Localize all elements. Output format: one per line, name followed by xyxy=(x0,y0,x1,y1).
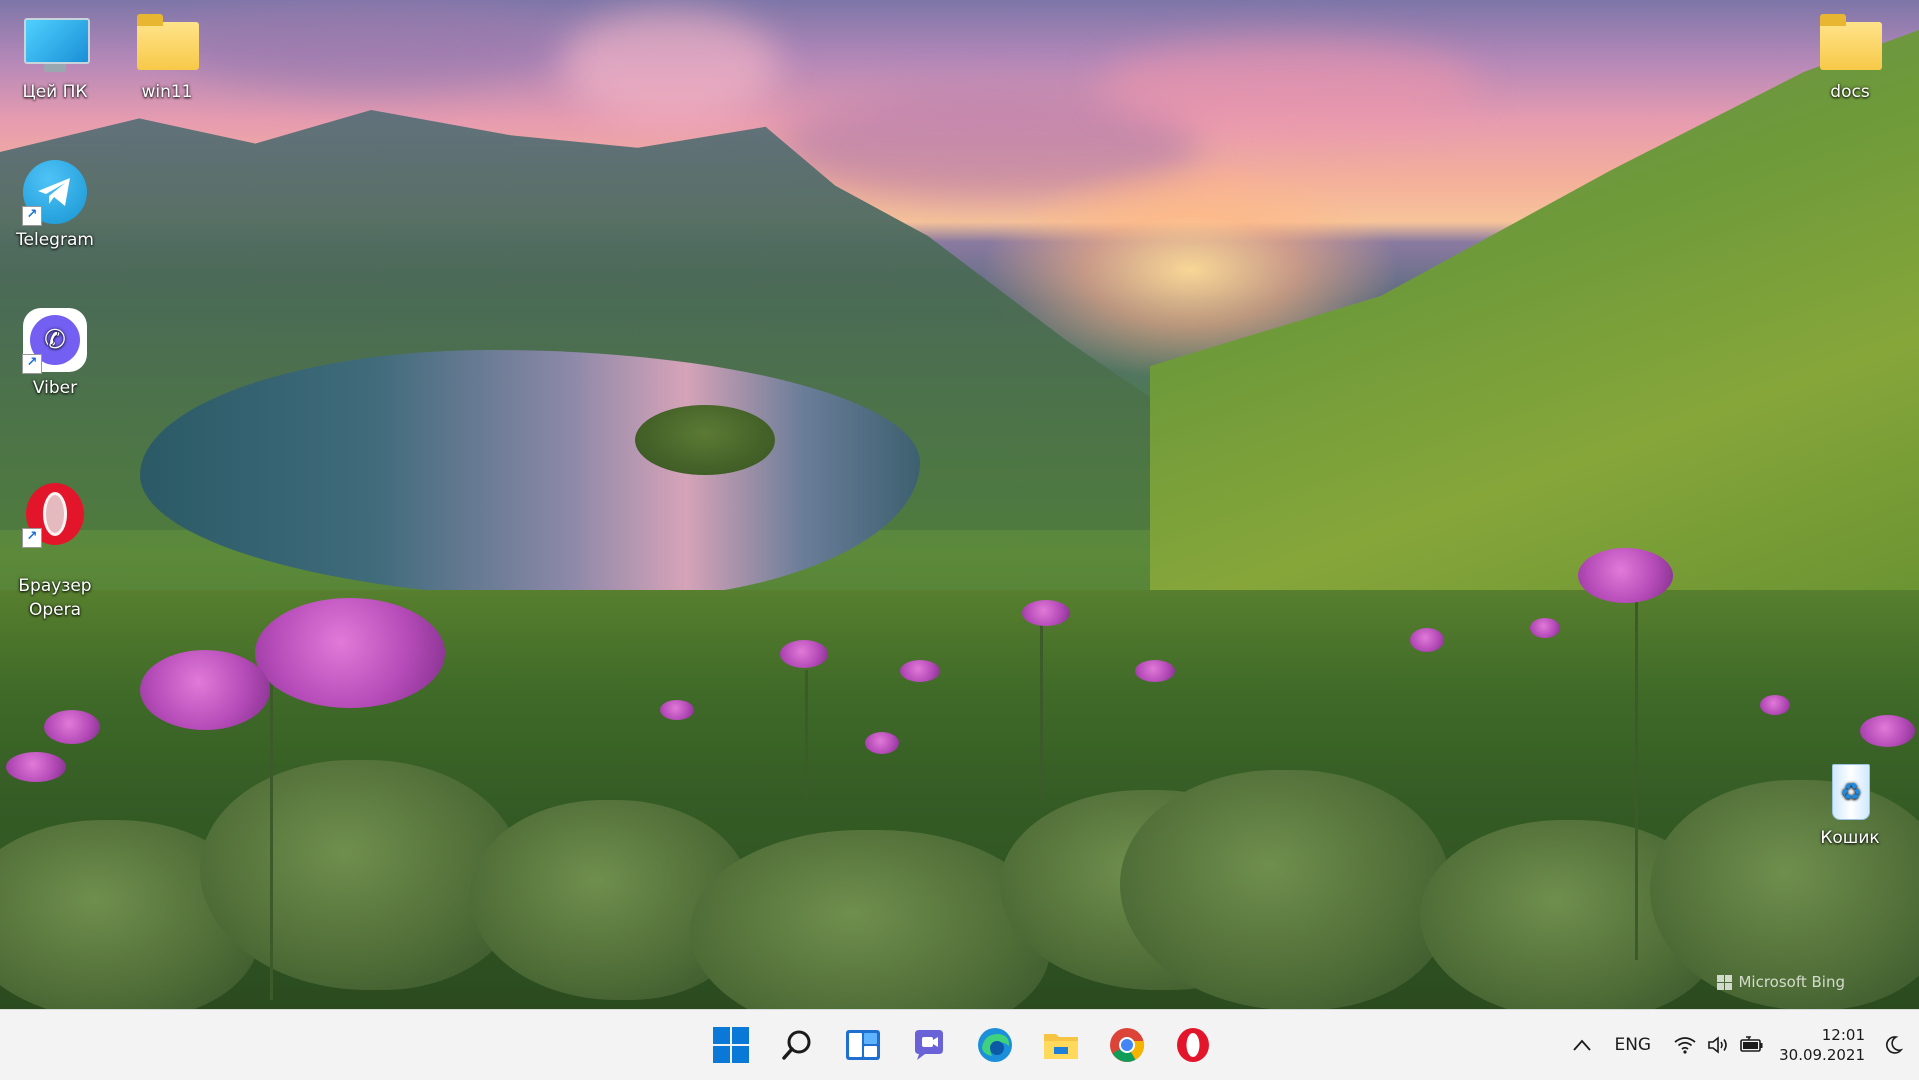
show-hidden-icons-button[interactable] xyxy=(1564,1022,1600,1068)
desktop-icon-label: Цей ПК xyxy=(22,82,88,102)
flower xyxy=(1760,695,1790,715)
flower xyxy=(44,710,100,744)
desktop-icon-label: Telegram xyxy=(16,230,94,250)
windows-start-icon xyxy=(713,1027,749,1063)
desktop-wallpaper: Цей ПК win11 ↗ Telegram ✆ ↗ Viber ↗ Брау… xyxy=(0,0,1919,1009)
computer-icon xyxy=(22,12,90,78)
flower xyxy=(1578,548,1673,603)
widgets-icon xyxy=(846,1030,880,1060)
desktop-icon-label: Viber xyxy=(32,378,78,398)
taskbar-chat-button[interactable] xyxy=(906,1022,952,1068)
desktop-icon-telegram[interactable]: ↗ Telegram xyxy=(7,160,103,252)
flower xyxy=(6,752,66,782)
taskbar: ENG 12:01 30.09.2021 xyxy=(0,1009,1919,1080)
teams-chat-icon xyxy=(915,1030,943,1060)
edge-icon xyxy=(978,1028,1012,1062)
folder-icon xyxy=(1817,12,1883,78)
flower-stem xyxy=(1040,620,1043,800)
system-tray: ENG 12:01 30.09.2021 xyxy=(1564,1010,1919,1080)
desktop-icon-viber[interactable]: ✆ ↗ Viber xyxy=(7,308,103,400)
taskbar-search-button[interactable] xyxy=(774,1022,820,1068)
focus-assist-button[interactable] xyxy=(1879,1022,1919,1068)
shortcut-arrow-icon: ↗ xyxy=(22,206,42,226)
flower xyxy=(255,598,445,708)
flower xyxy=(900,660,940,682)
flower xyxy=(660,700,694,720)
desktop-icon-recycle-bin[interactable]: ♻ Кошик xyxy=(1802,758,1898,850)
opera-icon xyxy=(1177,1028,1209,1062)
flower xyxy=(1860,715,1915,747)
desktop-icon-label: docs xyxy=(1830,82,1870,102)
watermark-text: Microsoft Bing xyxy=(1738,973,1845,991)
leaf xyxy=(690,830,1050,1009)
flower-stem xyxy=(1635,580,1638,960)
desktop-icon-opera[interactable]: ↗ Браузер Opera xyxy=(7,458,103,646)
moon-icon xyxy=(1886,1036,1903,1054)
microsoft-logo-icon xyxy=(1717,974,1733,990)
cloud xyxy=(180,0,560,90)
cloud xyxy=(1100,40,1480,130)
taskbar-edge-button[interactable] xyxy=(972,1022,1018,1068)
clock[interactable]: 12:01 30.09.2021 xyxy=(1773,1025,1879,1065)
opera-icon: ↗ xyxy=(22,482,88,548)
wifi-icon xyxy=(1674,1037,1696,1054)
flower xyxy=(1022,600,1070,626)
flower xyxy=(780,640,828,668)
desktop-icon-label: Браузер Opera xyxy=(18,576,92,620)
desktop-icon-docs[interactable]: docs xyxy=(1802,12,1898,104)
chevron-up-icon xyxy=(1573,1039,1592,1051)
taskbar-start-button[interactable] xyxy=(708,1022,754,1068)
shortcut-arrow-icon: ↗ xyxy=(22,354,42,374)
folder-icon xyxy=(134,12,200,78)
search-icon xyxy=(782,1030,811,1060)
taskbar-chrome-button[interactable] xyxy=(1104,1022,1150,1068)
quick-settings-button[interactable] xyxy=(1665,1022,1773,1068)
telegram-icon: ↗ xyxy=(22,160,88,226)
file-explorer-icon xyxy=(1044,1034,1078,1059)
flower-stem xyxy=(805,670,808,800)
battery-charging-icon xyxy=(1740,1036,1763,1052)
language-indicator[interactable]: ENG xyxy=(1600,1022,1665,1068)
lake xyxy=(140,350,920,600)
shortcut-arrow-icon: ↗ xyxy=(22,528,42,548)
flower xyxy=(1530,618,1560,638)
recycle-bin-icon: ♻ xyxy=(1817,758,1883,824)
taskbar-file-explorer-button[interactable] xyxy=(1038,1022,1084,1068)
flower xyxy=(1135,660,1175,682)
flower xyxy=(140,650,270,730)
flower xyxy=(865,732,899,754)
flower xyxy=(1410,628,1444,652)
island xyxy=(635,405,775,475)
bing-watermark: Microsoft Bing xyxy=(1717,973,1845,991)
taskbar-apps xyxy=(708,1022,1216,1068)
desktop-icon-win11[interactable]: win11 xyxy=(119,12,215,104)
chrome-icon xyxy=(1110,1028,1145,1062)
viber-icon: ✆ ↗ xyxy=(22,308,88,374)
clock-time: 12:01 xyxy=(1821,1026,1865,1044)
clock-date: 30.09.2021 xyxy=(1779,1046,1865,1064)
desktop-icon-label: win11 xyxy=(141,82,193,102)
flower-stem xyxy=(270,680,273,1000)
desktop-icon-label: Кошик xyxy=(1820,828,1880,848)
taskbar-opera-button[interactable] xyxy=(1170,1022,1216,1068)
desktop-icon-this-pc[interactable]: Цей ПК xyxy=(7,12,103,104)
cloud xyxy=(560,10,780,120)
taskbar-widgets-button[interactable] xyxy=(840,1022,886,1068)
volume-icon xyxy=(1708,1036,1727,1054)
